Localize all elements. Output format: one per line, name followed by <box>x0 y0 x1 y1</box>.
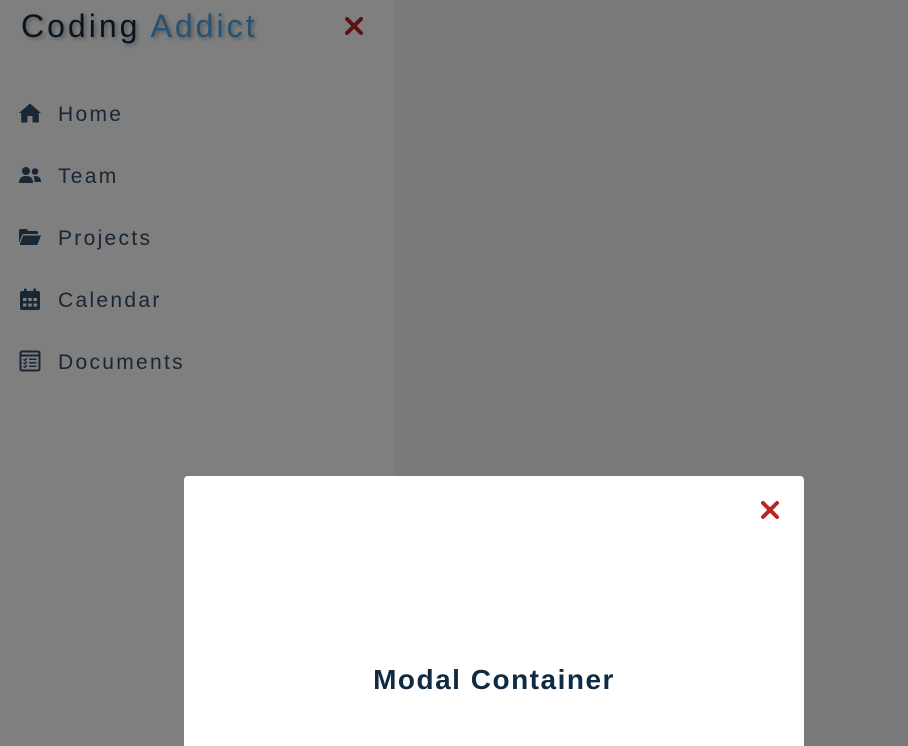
modal-title: Modal Container <box>373 664 615 695</box>
close-icon <box>761 501 779 519</box>
modal-container: Modal Container <box>184 476 804 746</box>
modal-close-button[interactable] <box>758 498 782 522</box>
